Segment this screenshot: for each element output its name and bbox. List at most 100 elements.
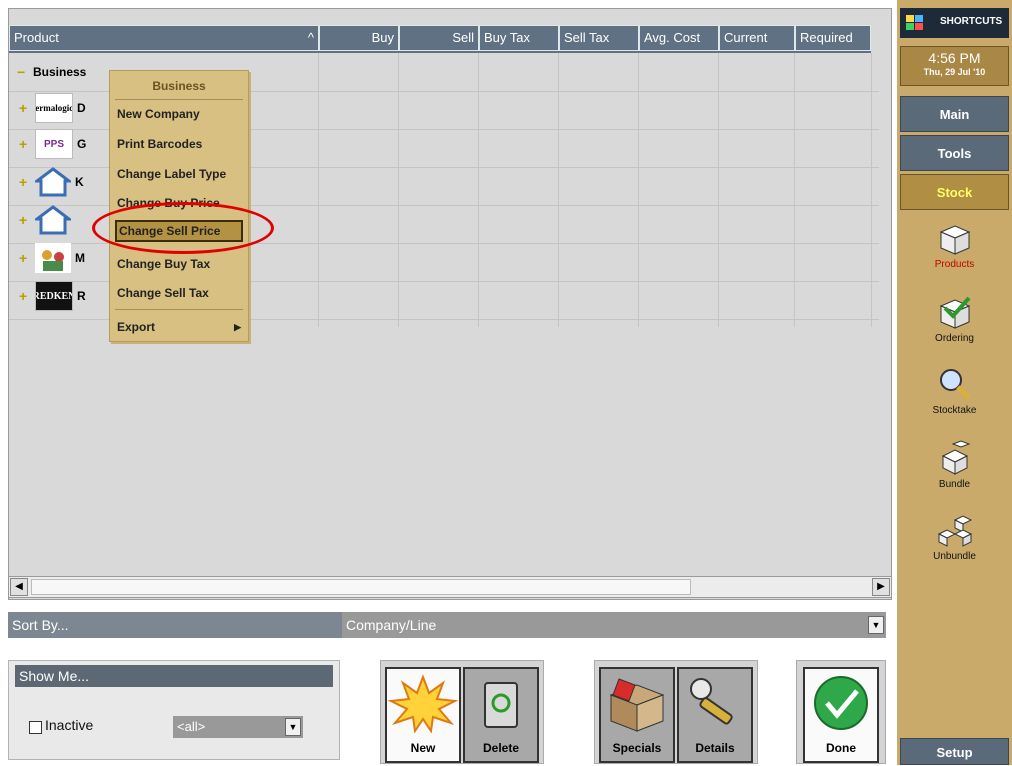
- inactive-checkbox[interactable]: [29, 721, 42, 734]
- divider: [115, 99, 243, 100]
- house-icon: [35, 167, 71, 197]
- specials-label: Specials: [612, 741, 662, 755]
- expand-icon[interactable]: +: [19, 251, 31, 265]
- done-button[interactable]: Done: [803, 667, 879, 763]
- horizontal-scrollbar[interactable]: ◀ ▶: [8, 576, 892, 598]
- sort-by-label: Sort By...: [12, 617, 69, 633]
- setup-button[interactable]: Setup: [900, 738, 1009, 765]
- clock-time: 4:56 PM: [928, 50, 981, 66]
- inactive-label: Inactive: [45, 717, 94, 733]
- new-button[interactable]: New: [385, 667, 461, 763]
- column-buy[interactable]: Buy: [319, 25, 399, 51]
- menu-item-export[interactable]: Export ▶: [115, 316, 243, 338]
- redken-logo: REDKEN: [35, 281, 73, 311]
- products-label: Products: [934, 259, 975, 270]
- expand-icon[interactable]: +: [19, 289, 31, 303]
- filter-value: <all>: [177, 719, 206, 734]
- stocktake-label: Stocktake: [932, 405, 977, 416]
- tree-root-label: Business: [33, 65, 87, 79]
- scroll-right-icon[interactable]: ▶: [872, 578, 890, 596]
- submenu-arrow-icon: ▶: [234, 322, 241, 332]
- shortcuts-grid-icon: [906, 15, 923, 30]
- highlight-circle: [92, 202, 274, 254]
- scroll-left-icon[interactable]: ◀: [10, 578, 28, 596]
- done-group: Done: [796, 660, 886, 764]
- clock-date: Thu, 29 Jul '10: [923, 67, 986, 77]
- sidebar-item-ordering[interactable]: Ordering: [897, 294, 1012, 344]
- sidebar-item-products[interactable]: Products: [897, 220, 1012, 270]
- house-icon: [35, 205, 71, 235]
- shortcuts-label: SHORTCUTS: [940, 16, 1003, 27]
- column-required[interactable]: Required: [795, 25, 871, 51]
- tree-item[interactable]: + PPS G: [19, 129, 86, 159]
- column-sell[interactable]: Sell: [399, 25, 479, 51]
- column-product-label: Product: [14, 30, 59, 45]
- menu-item-change-label-type[interactable]: Change Label Type: [115, 163, 243, 185]
- new-delete-group: New Delete: [380, 660, 544, 764]
- column-avg-cost[interactable]: Avg. Cost: [639, 25, 719, 51]
- column-product[interactable]: Product ^: [9, 25, 319, 51]
- delete-label: Delete: [482, 741, 520, 755]
- export-label: Export: [117, 320, 156, 334]
- bundle-icon: [941, 440, 970, 475]
- sort-by-bar: Sort By... Company/Line ▼: [8, 612, 886, 638]
- sidebar: SHORTCUTS 4:56 PM Thu, 29 Jul '10 Main T…: [897, 0, 1012, 765]
- tree-item-label: G: [77, 137, 87, 151]
- delete-button[interactable]: Delete: [463, 667, 539, 763]
- table-header: Product ^ Buy Sell Buy Tax Sell Tax Avg.…: [9, 25, 871, 53]
- menu-item-print-barcodes[interactable]: Print Barcodes: [115, 133, 243, 155]
- recycle-bin-icon: [484, 682, 518, 728]
- column-current[interactable]: Current: [719, 25, 795, 51]
- tree-item-label: R: [77, 289, 86, 303]
- tree-item[interactable]: + dermalogica D: [19, 93, 86, 123]
- box-icon: [939, 225, 970, 255]
- filter-select[interactable]: <all> ▼: [173, 716, 303, 738]
- new-label: New: [410, 741, 436, 755]
- show-me-header: Show Me...: [15, 665, 333, 687]
- show-me-panel: Show Me... Inactive <all> ▼: [8, 660, 340, 760]
- column-sell-tax[interactable]: Sell Tax: [559, 25, 639, 51]
- chevron-down-icon[interactable]: ▼: [285, 718, 301, 736]
- tree-item-label: D: [77, 101, 86, 115]
- scroll-thumb[interactable]: [31, 579, 691, 595]
- check-icon: [814, 676, 868, 730]
- tree-item[interactable]: +: [19, 205, 75, 235]
- divider: [115, 309, 243, 310]
- ordering-label: Ordering: [935, 333, 974, 344]
- unbundle-label: Unbundle: [933, 551, 976, 562]
- menu-item-change-buy-tax[interactable]: Change Buy Tax: [115, 253, 243, 275]
- menu-item-new-company[interactable]: New Company: [115, 103, 243, 125]
- main-button[interactable]: Main: [900, 96, 1009, 132]
- sidebar-item-bundle[interactable]: Bundle: [897, 440, 1012, 490]
- context-menu-title: Business: [152, 79, 206, 93]
- menu-item-change-sell-tax[interactable]: Change Sell Tax: [115, 282, 243, 304]
- sidebar-item-unbundle[interactable]: Unbundle: [897, 512, 1012, 562]
- expand-icon[interactable]: +: [19, 213, 31, 227]
- sort-ascending-icon[interactable]: ^: [308, 26, 314, 50]
- stock-button[interactable]: Stock: [900, 174, 1009, 210]
- tree-item[interactable]: + K: [19, 167, 84, 197]
- specials-details-group: Specials Details: [594, 660, 758, 764]
- sort-by-select[interactable]: Company/Line ▼: [342, 612, 886, 638]
- collapse-icon[interactable]: −: [17, 65, 29, 79]
- expand-icon[interactable]: +: [19, 101, 31, 115]
- details-button[interactable]: Details: [677, 667, 753, 763]
- sort-by-value: Company/Line: [346, 617, 437, 633]
- box-check-icon: [939, 296, 970, 329]
- expand-icon[interactable]: +: [19, 137, 31, 151]
- tree-item-label: K: [75, 175, 84, 189]
- tree-item[interactable]: + M: [19, 243, 85, 273]
- shortcuts-header[interactable]: SHORTCUTS: [900, 8, 1009, 38]
- tree-item[interactable]: + REDKEN R: [19, 281, 86, 311]
- tools-button[interactable]: Tools: [900, 135, 1009, 171]
- dermalogica-logo: dermalogica: [35, 93, 73, 123]
- sidebar-item-stocktake[interactable]: Stocktake: [897, 366, 1012, 416]
- column-buy-tax[interactable]: Buy Tax: [479, 25, 559, 51]
- chevron-down-icon[interactable]: ▼: [868, 616, 884, 634]
- done-label: Done: [826, 741, 856, 755]
- box-tag-icon: [609, 678, 665, 732]
- expand-icon[interactable]: +: [19, 175, 31, 189]
- specials-button[interactable]: Specials: [599, 667, 675, 763]
- people-logo-icon: [35, 243, 71, 273]
- tree-root-business[interactable]: − Business: [17, 57, 86, 87]
